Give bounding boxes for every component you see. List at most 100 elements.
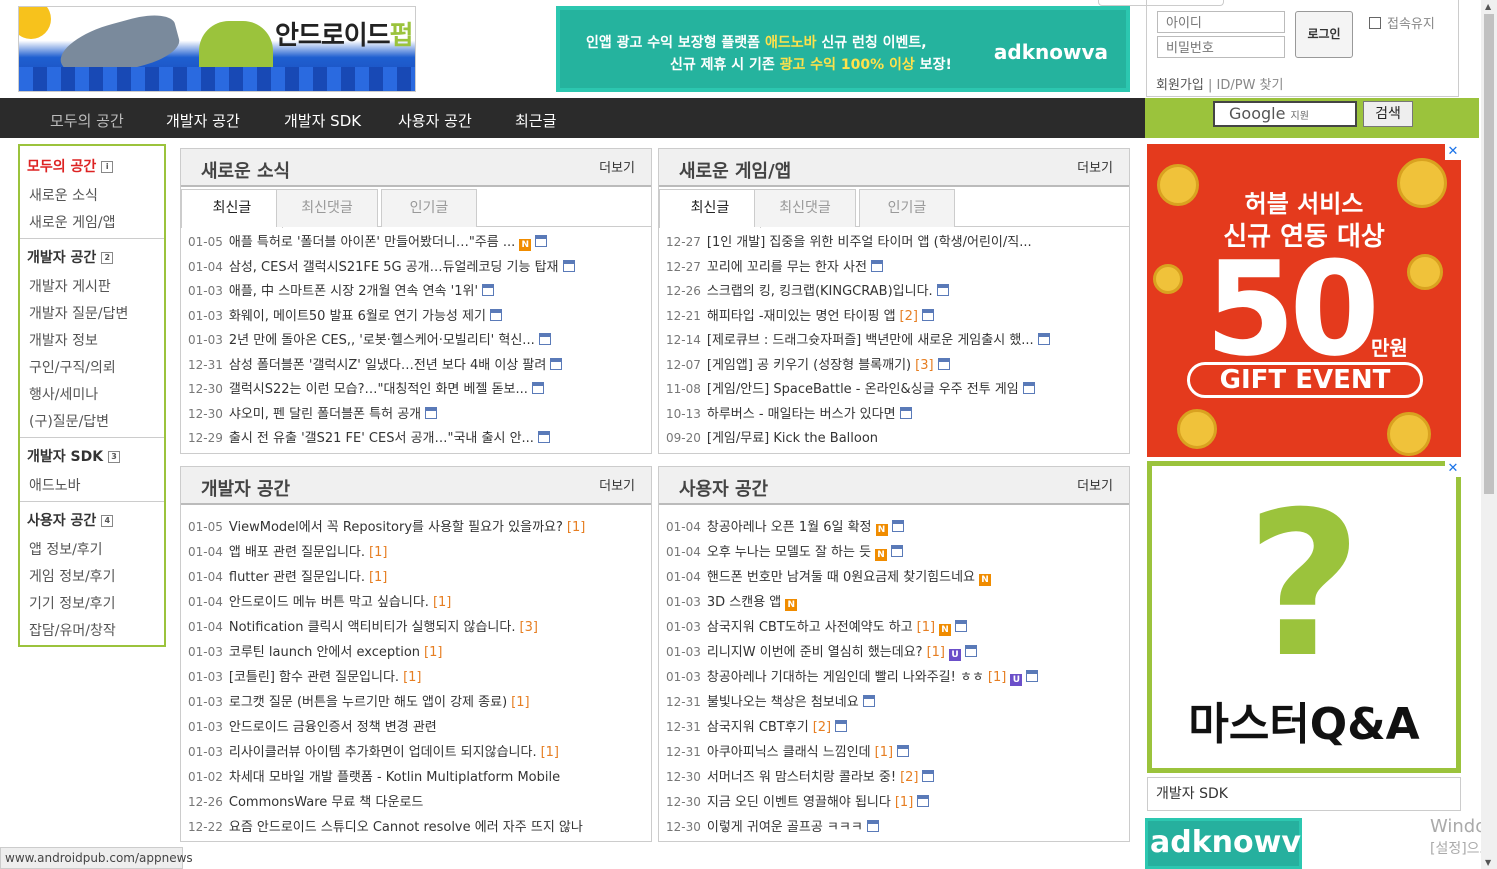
post-row[interactable]: 11-08 [게임/안드] SpaceBattle - 온라인&싱글 우주 전투 … <box>666 378 1125 397</box>
sdk-box-title[interactable]: 개발자 SDK <box>1147 777 1461 811</box>
post-row[interactable]: 12-31 불빛나오는 책상은 첨보네요 <box>666 691 1125 710</box>
site-logo[interactable]: 안드로이드펍 <box>18 6 416 92</box>
scrollbar[interactable]: ▲ ▼ <box>1481 0 1497 869</box>
post-row[interactable]: 01-05 애플 특허로 '폴더블 아이폰' 만들어봤더니…"주름 ... N <box>188 231 647 251</box>
post-row[interactable]: 01-03 애플, 中 스마트폰 시장 2개월 연속 연속 '1위' <box>188 280 647 299</box>
post-row[interactable]: 01-03 창공아레나 기대하는 게임인데 빨리 나와주길! ㅎㅎ [1] U <box>666 666 1125 686</box>
post-title[interactable]: 2년 만에 돌아온 CES,, '로봇·헬스케어·모빌리티' 혁신... <box>229 333 535 348</box>
post-title[interactable]: 스크랩의 킹, 킹크랩(KINGCRAB)입니다. <box>707 284 933 299</box>
post-title[interactable]: 지금 오딘 이벤트 영끌해야 됩니다 <box>707 795 891 810</box>
post-title[interactable]: [게임/무료] Kick the Balloon <box>707 431 878 446</box>
more-link[interactable]: 더보기 <box>1077 157 1113 176</box>
sidebar-item-chat[interactable]: 잡담/유머/창작 <box>29 620 116 640</box>
post-row[interactable]: 01-03 리사이클러뷰 아이템 추가화면이 업데이트 되지않습니다. [1] <box>188 741 647 760</box>
post-row[interactable]: 12-26 CommonsWare 무료 책 다운로드 <box>188 791 647 810</box>
post-row[interactable]: 12-31 아쿠아피닉스 클래식 느낌인데 [1] <box>666 741 1125 760</box>
post-row[interactable]: 12-30 이렇게 귀여운 골프공 ㅋㅋㅋ <box>666 816 1125 835</box>
post-row[interactable]: 12-30 서머너즈 워 맘스터치랑 콜라보 중! [2] <box>666 766 1125 785</box>
post-title[interactable]: 삼성 폴더블폰 '갤럭시Z' 일냈다…전년 보다 4배 이상 팔려 <box>229 358 546 373</box>
post-row[interactable]: 12-26 스크랩의 킹, 킹크랩(KINGCRAB)입니다. <box>666 280 1125 299</box>
post-title[interactable]: 꼬리에 꼬리를 무는 한자 사전 <box>707 260 867 275</box>
post-title[interactable]: [1인 개발] 집중을 위한 비주얼 타이머 앱 (학생/어린이/직... <box>707 235 1032 250</box>
sidebar-heading-dev[interactable]: 개발자 공간 2 <box>27 247 114 267</box>
post-title[interactable]: 삼국지워 CBT도하고 사전예약도 하고 <box>707 620 913 635</box>
post-row[interactable]: 12-14 [제로큐브 : 드래그슛자퍼즐] 백년만에 새로운 게임출시 했... <box>666 329 1125 348</box>
comment-count[interactable]: [1] <box>403 670 421 685</box>
sidebar-item-dev-qa[interactable]: 개발자 질문/답변 <box>29 303 128 323</box>
post-row[interactable]: 01-03 화웨이, 메이트50 발표 6월로 연기 가능성 제기 <box>188 305 647 324</box>
post-title[interactable]: 코루틴 launch 안에서 exception <box>229 645 420 660</box>
post-row[interactable]: 12-07 [게임앱] 공 키우기 (성장형 블록깨기) [3] <box>666 354 1125 373</box>
comment-count[interactable]: [3] <box>915 358 933 373</box>
post-title[interactable]: 삼국지워 CBT후기 <box>707 720 809 735</box>
post-row[interactable]: 01-03 리니지W 이번에 준비 열심히 했는데요? [1] U <box>666 641 1125 661</box>
post-row[interactable]: 10-13 하루버스 - 매일타는 버스가 있다면 <box>666 403 1125 422</box>
tab-popular[interactable]: 인기글 <box>381 189 477 227</box>
post-title[interactable]: ViewModel에서 꼭 Repository를 사용할 필요가 있을까요? <box>229 520 563 535</box>
post-title[interactable]: 리사이클러뷰 아이템 추가화면이 업데이트 되지않습니다. <box>229 745 537 760</box>
comment-count[interactable]: [2] <box>813 720 831 735</box>
post-row[interactable]: 01-02 차세대 모바일 개발 플랫폼 - Kotlin Multiplatfo… <box>188 766 647 785</box>
find-account-link[interactable]: ID/PW 찾기 <box>1217 78 1284 93</box>
post-title[interactable]: 샤오미, 펜 달린 폴더블폰 특허 공개 <box>229 407 421 422</box>
post-row[interactable]: 01-04 창공아레나 오픈 1월 6일 확정 N <box>666 516 1125 536</box>
scroll-thumb[interactable] <box>1484 14 1494 494</box>
post-title[interactable]: 불빛나오는 책상은 첨보네요 <box>707 695 859 710</box>
nav-item-dev[interactable]: 개발자 공간 <box>166 110 240 131</box>
sidebar-heading-sdk[interactable]: 개발자 SDK 3 <box>27 446 121 466</box>
post-title[interactable]: 안드로이드 메뉴 버튼 막고 싶습니다. <box>229 595 429 610</box>
post-row[interactable]: 01-04 flutter 관련 질문입니다. [1] <box>188 566 647 585</box>
post-row[interactable]: 01-04 안드로이드 메뉴 버튼 막고 싶습니다. [1] <box>188 591 647 610</box>
post-row[interactable]: 12-27 꼬리에 꼬리를 무는 한자 사전 <box>666 256 1125 275</box>
post-title[interactable]: 서머너즈 워 맘스터치랑 콜라보 중! <box>707 770 896 785</box>
post-row[interactable]: 12-31 삼국지워 CBT후기 [2] <box>666 716 1125 735</box>
post-title[interactable]: 안드로이드 금융인증서 정책 변경 관련 <box>229 720 437 735</box>
google-search-input[interactable]: Google 지원 <box>1213 101 1357 127</box>
tab-latest-comments[interactable]: 최신댓글 <box>276 189 378 227</box>
comment-count[interactable]: [1] <box>511 695 529 710</box>
post-row[interactable]: 01-04 Notification 클릭시 액티비티가 실행되지 않습니다. [3… <box>188 616 647 635</box>
post-title[interactable]: [제로큐브 : 드래그슛자퍼즐] 백년만에 새로운 게임출시 했... <box>707 333 1034 348</box>
post-title[interactable]: 앱 배포 관련 질문입니다. <box>229 545 365 560</box>
post-title[interactable]: 3D 스캔용 앱 <box>707 595 781 610</box>
close-ad-icon[interactable]: ✕ <box>1445 461 1461 477</box>
comment-count[interactable]: [1] <box>875 745 893 760</box>
comment-count[interactable]: [1] <box>424 645 442 660</box>
post-title[interactable]: [코틀린] 함수 관련 질문입니다. <box>229 670 399 685</box>
post-row[interactable]: 01-04 핸드폰 번호만 남겨둘 때 0원요금제 찾기힘드네요 N <box>666 566 1125 586</box>
comment-count[interactable]: [1] <box>567 520 585 535</box>
more-link[interactable]: 더보기 <box>1077 475 1113 494</box>
post-title[interactable]: 애플, 中 스마트폰 시장 2개월 연속 연속 '1위' <box>229 284 478 299</box>
post-title[interactable]: 갤럭시S22는 이런 모습?…"대칭적인 화면 베젤 돋보... <box>229 382 528 397</box>
sidebar-item-device-review[interactable]: 기기 정보/후기 <box>29 593 115 613</box>
post-row[interactable]: 12-22 요즘 안드로이드 스튜디오 Cannot resolve 에러 자주 … <box>188 816 647 835</box>
keep-login-checkbox[interactable]: 접속유지 <box>1369 13 1435 32</box>
post-title[interactable]: 출시 전 유출 '갤S21 FE' CES서 공개…"국내 출시 안... <box>229 431 534 446</box>
password-input[interactable] <box>1157 36 1285 58</box>
comment-count[interactable]: [1] <box>369 570 387 585</box>
sidebar-heading-all[interactable]: 모두의 공간 i <box>27 156 114 176</box>
scroll-up-icon[interactable]: ▲ <box>1485 2 1491 11</box>
nav-item-all[interactable]: 모두의 공간 <box>50 110 124 131</box>
search-button[interactable]: 검색 <box>1363 101 1413 127</box>
nav-item-sdk[interactable]: 개발자 SDK <box>284 110 361 131</box>
post-title[interactable]: 오후 누나는 모델도 잘 하는 듯 <box>707 545 871 560</box>
post-title[interactable]: 창공아레나 오픈 1월 6일 확정 <box>707 520 872 535</box>
post-row[interactable]: 01-03 안드로이드 금융인증서 정책 변경 관련 <box>188 716 647 735</box>
more-link[interactable]: 더보기 <box>599 475 635 494</box>
post-title[interactable]: 삼성, CES서 갤럭시S21FE 5G 공개…듀얼레코딩 기능 탑재 <box>229 260 559 275</box>
sidebar-item-news[interactable]: 새로운 소식 <box>29 185 98 205</box>
post-title[interactable]: 애플 특허로 '폴더블 아이폰' 만들어봤더니…"주름 ... <box>229 235 515 250</box>
tab-latest-comments[interactable]: 최신댓글 <box>754 189 856 227</box>
post-title[interactable]: 차세대 모바일 개발 플랫폼 - Kotlin Multiplatform Mo… <box>229 770 560 785</box>
post-title[interactable]: 핸드폰 번호만 남겨둘 때 0원요금제 찾기힘드네요 <box>707 570 975 585</box>
post-row[interactable]: 01-03 로그캣 질문 (버튼을 누르기만 해도 앱이 강제 종료) [1] <box>188 691 647 710</box>
post-title[interactable]: 로그캣 질문 (버튼을 누르기만 해도 앱이 강제 종료) <box>229 695 507 710</box>
post-row[interactable]: 12-30 샤오미, 펜 달린 폴더블폰 특허 공개 <box>188 403 647 422</box>
post-row[interactable]: 01-05 ViewModel에서 꼭 Repository를 사용할 필요가 있… <box>188 516 647 535</box>
post-row[interactable]: 12-27 [1인 개발] 집중을 위한 비주얼 타이머 앱 (학생/어린이/직.… <box>666 231 1125 250</box>
more-link[interactable]: 더보기 <box>599 157 635 176</box>
post-row[interactable]: 01-03 [코틀린] 함수 관련 질문입니다. [1] <box>188 666 647 685</box>
post-title[interactable]: [게임앱] 공 키우기 (성장형 블록깨기) <box>707 358 911 373</box>
nav-item-recent[interactable]: 최근글 <box>515 110 556 131</box>
